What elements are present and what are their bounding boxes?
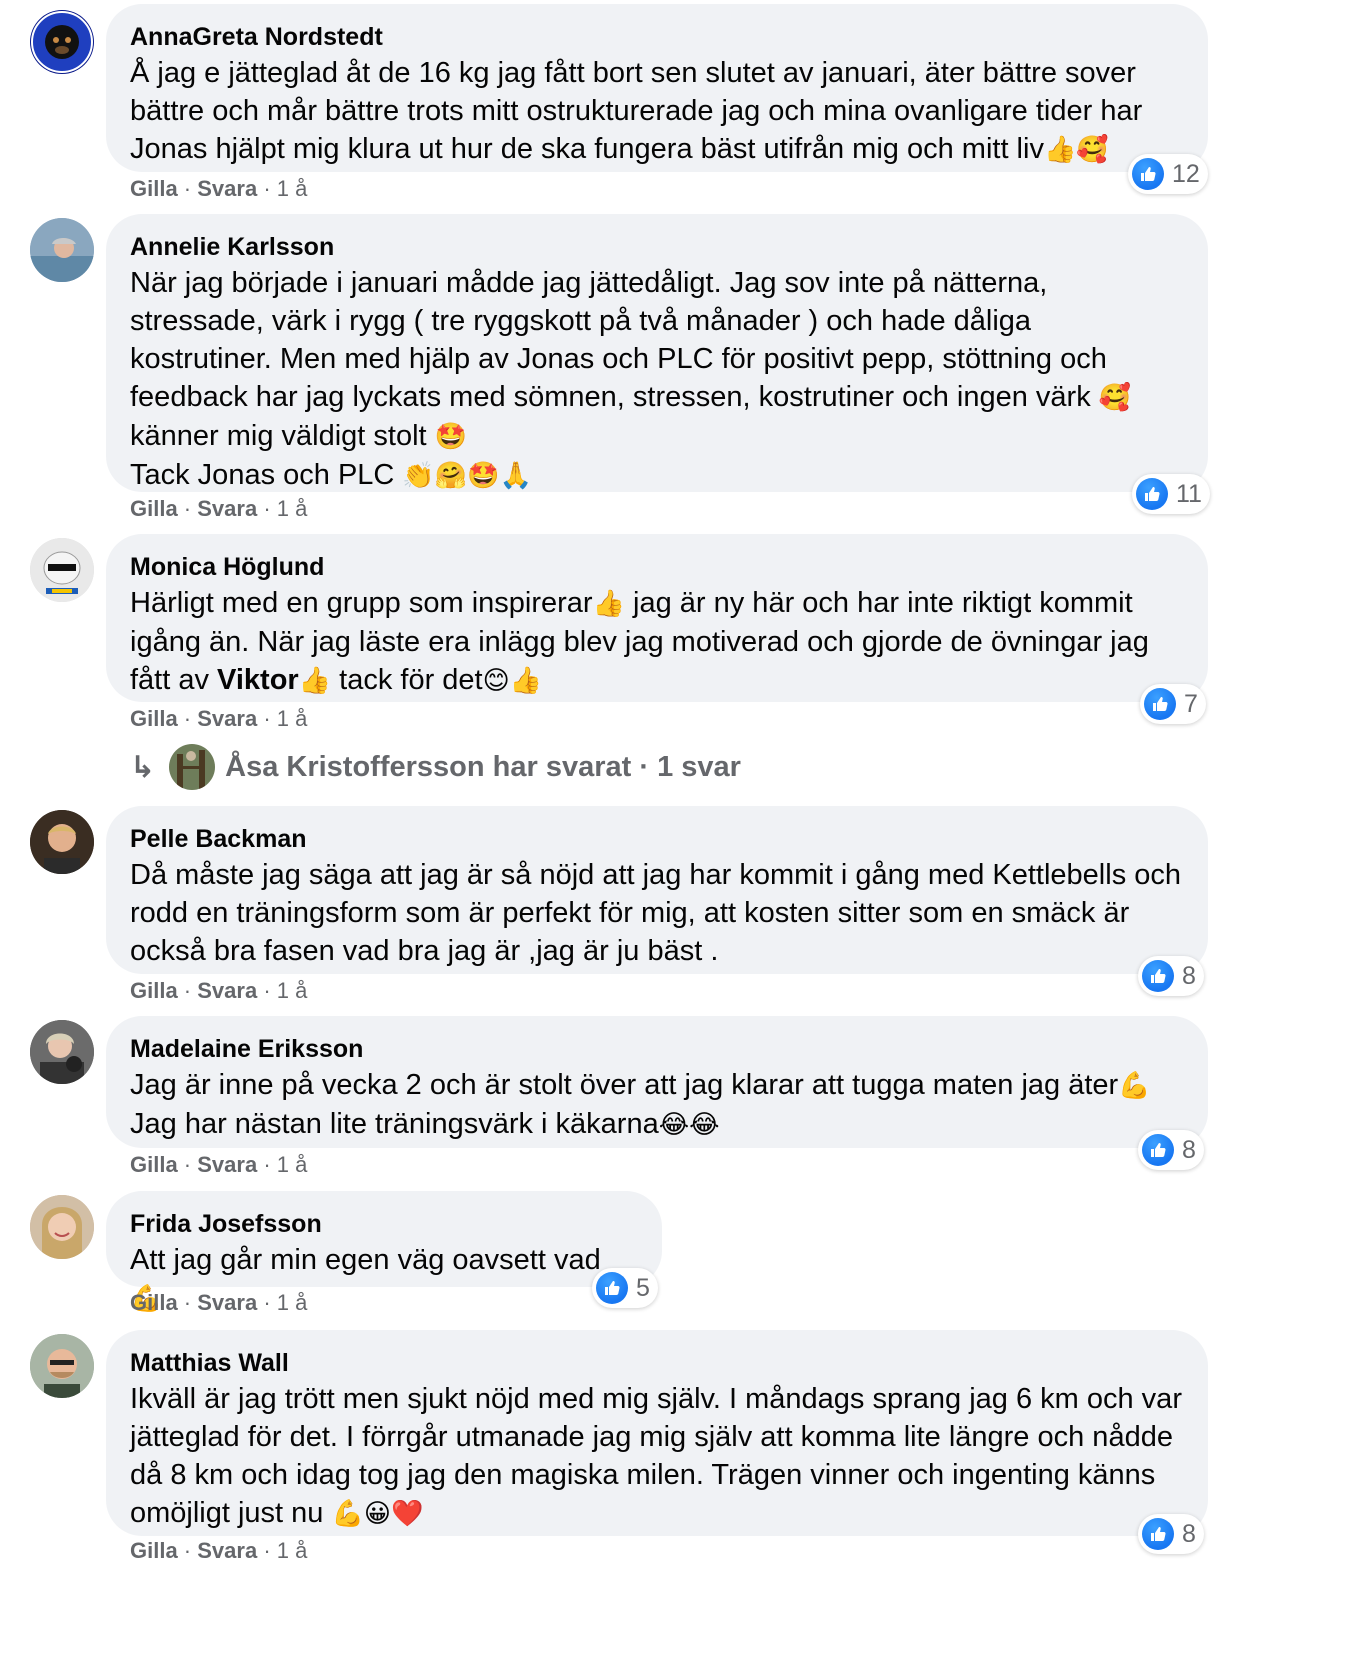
like-link[interactable]: Gilla — [130, 706, 178, 731]
flexed-biceps-emoji: 💪 — [1118, 1071, 1151, 1101]
like-link[interactable]: Gilla — [130, 1538, 178, 1563]
comment-actions: Gilla · Svara · 1 å — [130, 706, 308, 731]
thumbs-up-icon — [1144, 688, 1176, 720]
comment-bubble: Frida Josefsson Att jag går min egen väg… — [106, 1191, 662, 1314]
like-link[interactable]: Gilla — [130, 1152, 178, 1177]
comment-bubble: AnnaGreta Nordstedt Å jag e jätteglad åt… — [106, 4, 1208, 172]
comment-actions: Gilla · Svara · 1 å — [130, 1538, 308, 1563]
timestamp[interactable]: 1 å — [277, 496, 308, 521]
thumbs-up-icon — [1142, 1518, 1174, 1550]
tears-of-joy-emoji: 😂😂 — [658, 1110, 720, 1140]
timestamp[interactable]: 1 å — [277, 978, 308, 1003]
avatar — [169, 744, 216, 790]
reply-link[interactable]: Svara — [197, 176, 257, 201]
avatar[interactable] — [30, 810, 94, 874]
comment-text: Ikväll är jag trött men sjukt nöjd med m… — [130, 1383, 1182, 1529]
reaction-count[interactable]: 11 — [1132, 474, 1210, 514]
comment-author[interactable]: Pelle Backman — [130, 822, 1184, 856]
comment-text: Härligt med en grupp som inspirerar👍 jag… — [130, 587, 1149, 696]
reaction-count[interactable]: 8 — [1138, 956, 1204, 996]
avatar[interactable] — [30, 1020, 94, 1084]
like-link[interactable]: Gilla — [130, 496, 178, 521]
star-eyes-emoji: 🤩 — [434, 422, 468, 452]
comment-author[interactable]: Matthias Wall — [130, 1346, 1184, 1380]
comment-actions: Gilla · Svara · 1 å — [130, 1152, 308, 1177]
comment-text: Å jag e jätteglad åt de 16 kg jag fått b… — [130, 57, 1143, 165]
reaction-count[interactable]: 7 — [1140, 684, 1206, 724]
mention-link[interactable]: Viktor — [217, 664, 299, 696]
thumbs-up-emoji: 👍 — [298, 666, 332, 696]
replies-summary: Åsa Kristoffersson har svarat · 1 svar — [225, 750, 741, 783]
thumbs-up-emoji: 👍 — [592, 589, 625, 619]
reply-link[interactable]: Svara — [197, 1152, 257, 1177]
reply-link[interactable]: Svara — [197, 1538, 257, 1563]
emoji-group: 💪😀❤️ — [331, 1499, 424, 1529]
comment-bubble: Monica Höglund Härligt med en grupp som … — [106, 534, 1208, 702]
smile-emoji: 😊👍 — [482, 666, 543, 696]
comment-text: När jag började i januari mådde jag jätt… — [130, 267, 1132, 491]
comment-author[interactable]: Monica Höglund — [130, 550, 1184, 584]
comment-text: Då måste jag säga att jag är så nöjd att… — [130, 859, 1182, 967]
reply-link[interactable]: Svara — [197, 978, 257, 1003]
reaction-count[interactable]: 12 — [1128, 154, 1208, 194]
avatar[interactable] — [30, 1195, 94, 1259]
comment-actions: Gilla · Svara · 1 å — [130, 176, 308, 201]
thumbs-up-icon — [1132, 158, 1164, 190]
avatar[interactable] — [30, 538, 94, 602]
comment-bubble: Madelaine Eriksson Jag är inne på vecka … — [106, 1016, 1208, 1148]
avatar[interactable] — [30, 218, 94, 282]
smiling-hearts-emoji: 🥰 — [1076, 135, 1109, 165]
comment-author[interactable]: Frida Josefsson — [130, 1207, 638, 1241]
comment-author[interactable]: Annelie Karlsson — [130, 230, 1184, 264]
timestamp[interactable]: 1 å — [277, 1290, 308, 1315]
timestamp[interactable]: 1 å — [277, 1152, 308, 1177]
like-link[interactable]: Gilla — [130, 1290, 178, 1315]
thumbs-up-icon — [596, 1272, 628, 1304]
reply-link[interactable]: Svara — [197, 1290, 257, 1315]
comment-actions: Gilla · Svara · 1 å — [130, 496, 308, 521]
reply-link[interactable]: Svara — [197, 706, 257, 731]
smiling-hearts-emoji: 🥰 — [1098, 383, 1132, 413]
avatar[interactable] — [30, 10, 94, 74]
comment-actions: Gilla · Svara · 1 å — [130, 1290, 308, 1315]
reaction-count[interactable]: 8 — [1138, 1514, 1204, 1554]
like-link[interactable]: Gilla — [130, 978, 178, 1003]
comment-text: Jag är inne på vecka 2 och är stolt över… — [130, 1069, 1151, 1140]
comment-actions: Gilla · Svara · 1 å — [130, 978, 308, 1003]
comment-bubble: Matthias Wall Ikväll är jag trött men sj… — [106, 1330, 1208, 1536]
timestamp[interactable]: 1 å — [277, 706, 308, 731]
comment-bubble: Pelle Backman Då måste jag säga att jag … — [106, 806, 1208, 974]
comment-author[interactable]: Madelaine Eriksson — [130, 1032, 1184, 1066]
like-link[interactable]: Gilla — [130, 176, 178, 201]
view-replies-link[interactable]: ↳ Åsa Kristoffersson har svarat · 1 svar — [130, 744, 741, 790]
reaction-count[interactable]: 5 — [592, 1268, 658, 1308]
reply-link[interactable]: Svara — [197, 496, 257, 521]
comment-bubble: Annelie Karlsson När jag började i janua… — [106, 214, 1208, 492]
reaction-count[interactable]: 8 — [1138, 1130, 1204, 1170]
thumbs-up-icon — [1142, 960, 1174, 992]
thumbs-up-icon — [1136, 478, 1168, 510]
avatar[interactable] — [30, 1334, 94, 1398]
comment-author[interactable]: AnnaGreta Nordstedt — [130, 20, 1184, 54]
emoji-group: 👏🤗🤩🙏 — [402, 461, 532, 491]
thumbs-up-icon — [1142, 1134, 1174, 1166]
reply-arrow-icon: ↳ — [130, 749, 156, 785]
thumbs-up-emoji: 👍 — [1043, 135, 1077, 165]
timestamp[interactable]: 1 å — [277, 1538, 308, 1563]
timestamp[interactable]: 1 å — [277, 176, 308, 201]
